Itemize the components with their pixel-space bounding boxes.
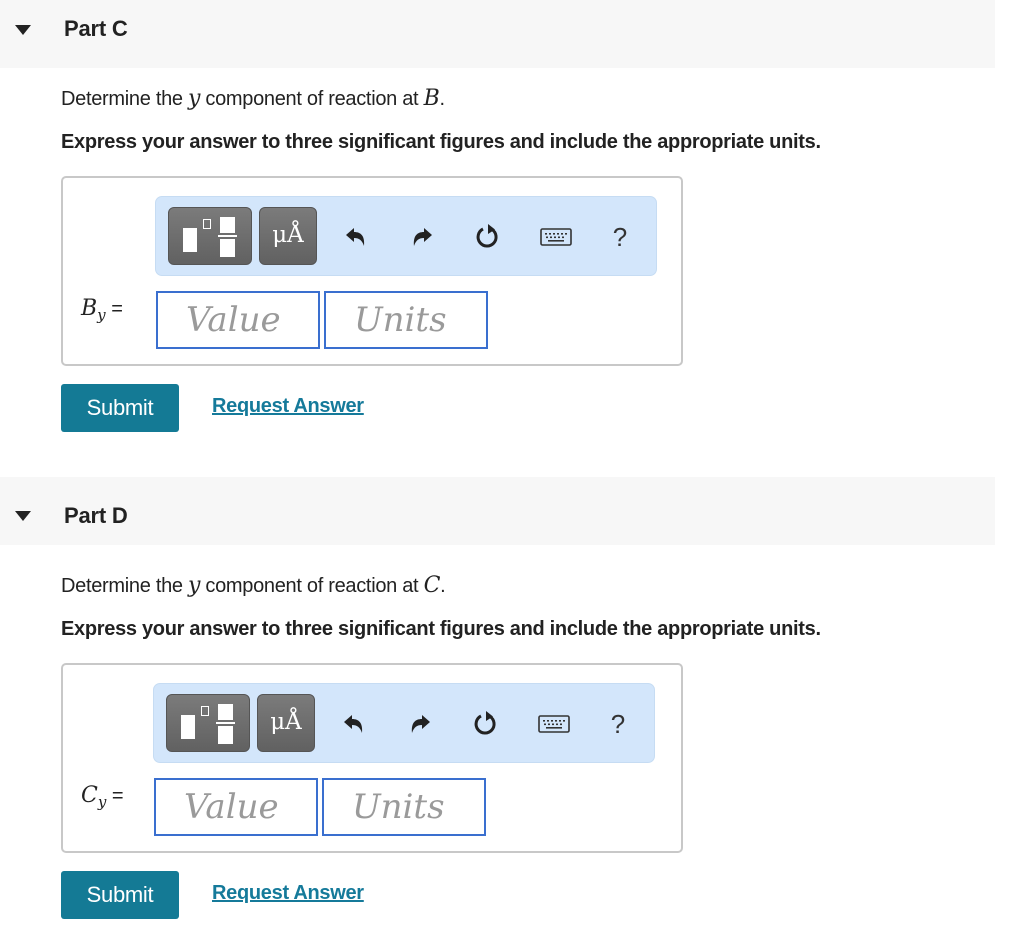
question-prefix: Determine the (61, 88, 188, 110)
question-mid: component of reaction at (200, 88, 424, 110)
collapse-caret-icon[interactable] (15, 511, 31, 521)
undo-button[interactable] (340, 219, 372, 255)
submit-button[interactable]: Submit (61, 384, 179, 432)
answer-label: Cy = (81, 783, 124, 811)
redo-button[interactable] (404, 706, 436, 742)
instruction-text: Express your answer to three significant… (61, 618, 821, 640)
answer-label-sub: y (97, 793, 107, 811)
question-prefix: Determine the (61, 575, 188, 597)
answer-label-var: B (81, 296, 98, 321)
part-c-header[interactable]: Part C (0, 0, 995, 68)
question-mid: component of reaction at (200, 575, 424, 597)
units-input[interactable] (324, 291, 488, 349)
units-button[interactable]: μÅ (259, 207, 317, 265)
answer-label: By = (81, 296, 123, 324)
collapse-caret-icon[interactable] (15, 25, 31, 35)
keyboard-button[interactable] (536, 706, 572, 742)
reset-icon (474, 711, 496, 735)
question-point: C (423, 573, 441, 598)
keyboard-icon (540, 228, 572, 246)
question-suffix: . (439, 88, 445, 110)
keyboard-button[interactable] (538, 219, 574, 255)
question-suffix: . (440, 575, 446, 597)
undo-button[interactable] (338, 706, 370, 742)
part-title: Part D (64, 503, 128, 528)
answer-box: μÅ ? Cy = (61, 663, 683, 853)
question-text: Determine the y component of reaction at… (61, 86, 445, 111)
value-input[interactable] (156, 291, 320, 349)
help-button[interactable]: ? (602, 706, 634, 742)
math-toolbar: μÅ ? (155, 196, 657, 276)
redo-icon (411, 715, 430, 733)
value-input[interactable] (154, 778, 318, 836)
units-button[interactable]: μÅ (257, 694, 315, 752)
undo-icon (346, 228, 365, 246)
question-variable: y (187, 573, 201, 598)
submit-button[interactable]: Submit (61, 871, 179, 919)
answer-box: μÅ ? By = (61, 176, 683, 366)
help-button[interactable]: ? (604, 219, 636, 255)
answer-label-var: C (81, 783, 98, 808)
redo-button[interactable] (406, 219, 438, 255)
undo-icon (344, 715, 363, 733)
reset-icon (476, 224, 498, 248)
templates-button[interactable] (166, 694, 250, 752)
question-text: Determine the y component of reaction at… (61, 573, 446, 598)
answer-label-eq: = (111, 298, 123, 320)
part-title: Part C (64, 16, 128, 41)
units-icon: μÅ (272, 222, 304, 248)
question-point: B (423, 86, 440, 111)
part-d-header[interactable]: Part D (0, 477, 995, 545)
answer-label-eq: = (111, 785, 124, 807)
units-icon: μÅ (270, 709, 302, 735)
templates-button[interactable] (168, 207, 252, 265)
help-icon: ? (612, 221, 628, 252)
instruction-text: Express your answer to three significant… (61, 131, 821, 153)
units-input[interactable] (322, 778, 486, 836)
help-icon: ? (610, 708, 626, 739)
keyboard-icon (538, 715, 570, 733)
reset-button[interactable] (472, 219, 504, 255)
answer-label-sub: y (97, 306, 106, 324)
redo-icon (413, 228, 432, 246)
math-toolbar: μÅ ? (153, 683, 655, 763)
request-answer-link[interactable]: Request Answer (212, 882, 364, 905)
reset-button[interactable] (470, 706, 502, 742)
request-answer-link[interactable]: Request Answer (212, 395, 364, 418)
question-variable: y (187, 86, 201, 111)
